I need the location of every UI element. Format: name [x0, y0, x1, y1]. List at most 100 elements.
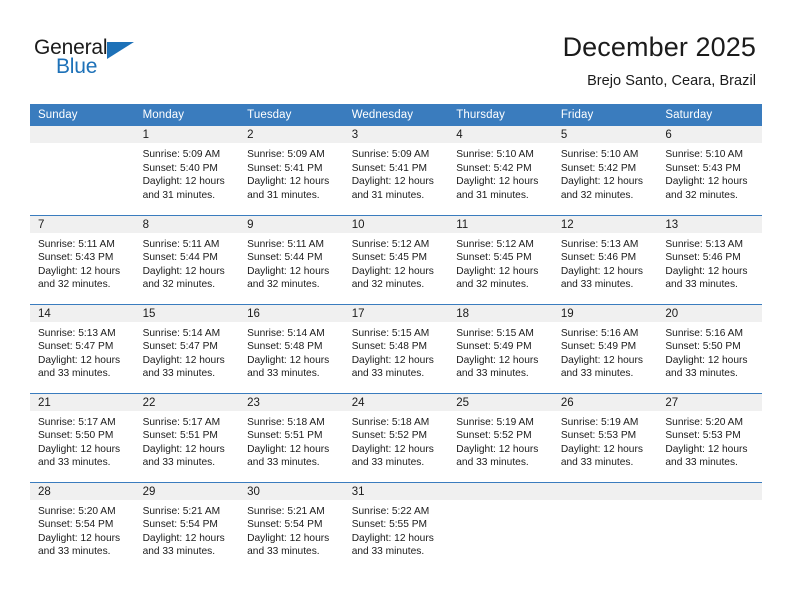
sunset-text: Sunset: 5:55 PM [351, 519, 428, 531]
day-info: Sunrise: 5:14 AM Sunset: 5:47 PM Daylight:… [135, 322, 240, 381]
calendar-week-row: 7 Sunrise: 5:11 AM Sunset: 5:43 PM Daylight… [30, 214, 762, 304]
daylight-text-line1: Daylight: 12 hours [142, 176, 225, 188]
day-number: 23 [239, 393, 344, 411]
calendar-day-cell[interactable]: 15 Sunrise: 5:14 AM Sunset: 5:47 PM Dayligh… [134, 303, 240, 393]
calendar-day-cell[interactable]: 24 Sunrise: 5:18 AM Sunset: 5:52 PM Dayligh… [343, 392, 449, 482]
weekday-header-friday: Friday [552, 104, 658, 126]
daylight-text-line1: Daylight: 12 hours [560, 354, 643, 366]
calendar-day-cell[interactable]: 16 Sunrise: 5:14 AM Sunset: 5:48 PM Dayligh… [239, 303, 344, 393]
daylight-text-line2: and 33 minutes. [665, 279, 738, 291]
calendar-day-cell[interactable]: 3 Sunrise: 5:09 AM Sunset: 5:41 PM Daylight… [343, 126, 449, 215]
calendar-day-cell[interactable]: 14 Sunrise: 5:13 AM Sunset: 5:47 PM Dayligh… [30, 303, 135, 393]
day-info: Sunrise: 5:20 AM Sunset: 5:54 PM Daylight:… [30, 500, 135, 559]
sunset-text: Sunset: 5:49 PM [560, 341, 637, 353]
calendar-day-cell[interactable]: 17 Sunrise: 5:15 AM Sunset: 5:48 PM Dayligh… [343, 303, 449, 393]
daylight-text-line1: Daylight: 12 hours [456, 354, 539, 366]
sunrise-text: Sunrise: 5:21 AM [142, 505, 221, 517]
daylight-text-line1: Daylight: 12 hours [456, 443, 539, 455]
day-info: Sunrise: 5:13 AM Sunset: 5:46 PM Daylight:… [657, 233, 762, 292]
daylight-text-line1: Daylight: 12 hours [247, 265, 330, 277]
daylight-text-line2: and 33 minutes. [247, 546, 320, 558]
weekday-header-sunday: Sunday [30, 104, 135, 126]
daylight-text-line1: Daylight: 12 hours [247, 354, 330, 366]
daylight-text-line1: Daylight: 12 hours [665, 354, 748, 366]
daylight-text-line2: and 33 minutes. [247, 368, 320, 380]
calendar-day-cell[interactable]: 8 Sunrise: 5:11 AM Sunset: 5:44 PM Daylight… [134, 214, 240, 304]
sunset-text: Sunset: 5:41 PM [351, 162, 428, 174]
day-info: Sunrise: 5:09 AM Sunset: 5:41 PM Daylight:… [239, 143, 344, 202]
calendar-day-cell[interactable]: 5 Sunrise: 5:10 AM Sunset: 5:42 PM Daylight… [552, 126, 658, 215]
daylight-text-line2: and 32 minutes. [351, 279, 425, 291]
sunrise-text: Sunrise: 5:20 AM [38, 505, 116, 517]
day-number: 28 [30, 482, 135, 500]
day-number: 13 [657, 215, 762, 233]
daylight-text-line2: and 32 minutes. [456, 279, 529, 291]
sunset-text: Sunset: 5:52 PM [456, 430, 532, 442]
calendar-day-cell[interactable]: 30 Sunrise: 5:21 AM Sunset: 5:54 PM Dayligh… [239, 481, 344, 571]
daylight-text-line1: Daylight: 12 hours [351, 532, 434, 544]
page-header: General Blue December 2025 Brejo Santo, … [0, 0, 792, 100]
calendar-day-cell[interactable]: 9 Sunrise: 5:11 AM Sunset: 5:44 PM Daylight… [239, 214, 344, 304]
daylight-text-line1: Daylight: 12 hours [560, 176, 643, 188]
sunset-text: Sunset: 5:46 PM [665, 252, 741, 264]
calendar-day-cell[interactable]: 20 Sunrise: 5:16 AM Sunset: 5:50 PM Dayligh… [657, 303, 762, 393]
calendar-day-cell[interactable]: 13 Sunrise: 5:13 AM Sunset: 5:46 PM Dayligh… [657, 214, 762, 304]
calendar-day-cell[interactable]: 18 Sunrise: 5:15 AM Sunset: 5:49 PM Dayligh… [448, 303, 553, 393]
sunset-text: Sunset: 5:44 PM [247, 252, 323, 264]
calendar-day-cell[interactable]: 25 Sunrise: 5:19 AM Sunset: 5:52 PM Dayligh… [448, 392, 553, 482]
calendar-day-cell[interactable]: 29 Sunrise: 5:21 AM Sunset: 5:54 PM Dayligh… [134, 481, 240, 571]
weekday-header-monday: Monday [134, 104, 240, 126]
calendar-day-cell-empty [30, 126, 135, 215]
sunset-text: Sunset: 5:43 PM [38, 252, 114, 264]
daylight-text-line2: and 33 minutes. [560, 457, 634, 469]
calendar-day-cell[interactable]: 26 Sunrise: 5:19 AM Sunset: 5:53 PM Dayligh… [552, 392, 658, 482]
day-number: 1 [134, 126, 240, 143]
day-info: Sunrise: 5:11 AM Sunset: 5:44 PM Daylight:… [239, 233, 344, 292]
daylight-text-line2: and 32 minutes. [38, 279, 111, 291]
calendar-day-cell-empty [657, 481, 762, 571]
calendar-day-cell[interactable]: 2 Sunrise: 5:09 AM Sunset: 5:41 PM Daylight… [239, 126, 344, 215]
calendar-day-cell[interactable]: 7 Sunrise: 5:11 AM Sunset: 5:43 PM Daylight… [30, 214, 135, 304]
day-number: 15 [134, 304, 240, 322]
day-number [30, 126, 135, 143]
daylight-text-line2: and 32 minutes. [665, 189, 738, 201]
calendar-day-cell[interactable]: 12 Sunrise: 5:13 AM Sunset: 5:46 PM Dayligh… [552, 214, 658, 304]
sunset-text: Sunset: 5:54 PM [38, 519, 114, 531]
daylight-text-line1: Daylight: 12 hours [142, 532, 225, 544]
calendar-day-cell[interactable]: 22 Sunrise: 5:17 AM Sunset: 5:51 PM Dayligh… [134, 392, 240, 482]
daylight-text-line1: Daylight: 12 hours [38, 532, 121, 544]
day-info: Sunrise: 5:18 AM Sunset: 5:52 PM Daylight:… [344, 411, 449, 470]
calendar-day-cell[interactable]: 10 Sunrise: 5:12 AM Sunset: 5:45 PM Dayligh… [343, 214, 449, 304]
day-number: 22 [134, 393, 240, 411]
general-blue-logo[interactable]: General Blue [34, 36, 224, 86]
day-number: 9 [239, 215, 344, 233]
calendar-day-cell[interactable]: 11 Sunrise: 5:12 AM Sunset: 5:45 PM Dayligh… [448, 214, 553, 304]
day-info: Sunrise: 5:12 AM Sunset: 5:45 PM Daylight:… [344, 233, 449, 292]
daylight-text-line2: and 32 minutes. [560, 189, 634, 201]
page-subtitle: Brejo Santo, Ceara, Brazil [587, 73, 756, 89]
sunrise-text: Sunrise: 5:09 AM [351, 149, 430, 160]
calendar-week-row: 1 Sunrise: 5:09 AM Sunset: 5:40 PM Daylight… [30, 126, 762, 215]
day-info: Sunrise: 5:16 AM Sunset: 5:50 PM Daylight:… [657, 322, 762, 381]
daylight-text-line2: and 33 minutes. [38, 457, 111, 469]
sunrise-text: Sunrise: 5:13 AM [560, 238, 639, 250]
day-info: Sunrise: 5:15 AM Sunset: 5:48 PM Daylight:… [344, 322, 449, 381]
calendar-day-cell[interactable]: 21 Sunrise: 5:17 AM Sunset: 5:50 PM Dayligh… [30, 392, 135, 482]
day-number: 12 [552, 215, 658, 233]
calendar-day-cell[interactable]: 1 Sunrise: 5:09 AM Sunset: 5:40 PM Daylight… [134, 126, 240, 215]
day-number: 20 [657, 304, 762, 322]
day-number: 27 [657, 393, 762, 411]
calendar-day-cell[interactable]: 28 Sunrise: 5:20 AM Sunset: 5:54 PM Dayligh… [30, 481, 135, 571]
calendar-day-cell[interactable]: 4 Sunrise: 5:10 AM Sunset: 5:42 PM Daylight… [448, 126, 553, 215]
calendar-day-cell[interactable]: 23 Sunrise: 5:18 AM Sunset: 5:51 PM Dayligh… [239, 392, 344, 482]
sunset-text: Sunset: 5:53 PM [560, 430, 637, 442]
sunset-text: Sunset: 5:50 PM [38, 430, 114, 442]
calendar-day-cell-empty [448, 481, 553, 571]
calendar-day-cell[interactable]: 19 Sunrise: 5:16 AM Sunset: 5:49 PM Dayligh… [552, 303, 658, 393]
calendar-day-cell[interactable]: 6 Sunrise: 5:10 AM Sunset: 5:43 PM Daylight… [657, 126, 762, 215]
day-number: 14 [30, 304, 135, 322]
calendar-day-cell[interactable]: 31 Sunrise: 5:22 AM Sunset: 5:55 PM Dayligh… [343, 481, 449, 571]
day-number [552, 482, 658, 500]
calendar-day-cell[interactable]: 27 Sunrise: 5:20 AM Sunset: 5:53 PM Dayligh… [657, 392, 762, 482]
day-number: 25 [448, 393, 553, 411]
